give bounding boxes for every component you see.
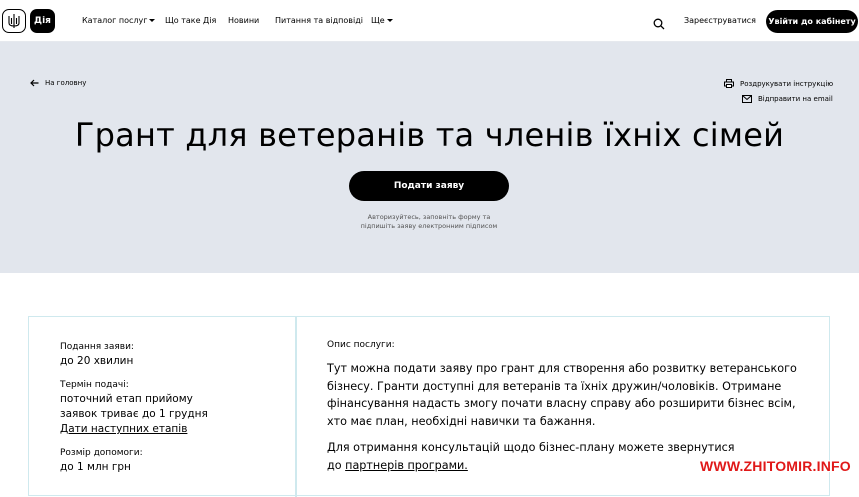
hint-line-1: Авторизуйтесь, заповніть форму та <box>367 213 491 221</box>
hint-line-2: підпишіть заяву електронним підписом <box>360 222 498 230</box>
print-label: Роздрукувати інструкцію <box>740 79 834 88</box>
description-label: Опис послуги: <box>327 340 395 350</box>
nav-more[interactable]: Ще <box>371 16 393 25</box>
service-description: Опис послуги: Тут можна подати заяву про… <box>327 340 807 474</box>
nav-about[interactable]: Що таке Дія <box>165 16 216 25</box>
register-link[interactable]: Зареєструватися <box>684 16 756 25</box>
printer-icon <box>724 79 734 88</box>
deadline-line-2: заявок триває до 1 грудня <box>60 408 208 420</box>
deadline-line-1: поточний етап прийому <box>60 393 193 405</box>
paragraph-1-line-2: бізнесу. Гранти доступні для ветеранів т… <box>327 379 782 393</box>
login-button[interactable]: Увійти до кабінету <box>766 10 858 33</box>
hero-section: На головну Роздрукувати інструкцію Відпр… <box>0 42 859 273</box>
back-to-home-link[interactable]: На головну <box>30 79 86 87</box>
amount-value: до 1 млн грн <box>60 461 131 473</box>
next-stages-link[interactable]: Дати наступних етапів <box>60 422 280 437</box>
card-divider <box>295 317 297 497</box>
submission-value: до 20 хвилин <box>60 355 134 367</box>
chevron-down-icon <box>386 19 393 22</box>
apply-hint: Авторизуйтесь, заповніть форму та підпиш… <box>329 213 529 231</box>
service-details: Подання заяви: до 20 хвилин Термін подач… <box>60 340 280 475</box>
send-email-link[interactable]: Відправити на email <box>742 95 833 103</box>
trident-logo-icon[interactable] <box>2 9 26 33</box>
diia-logo[interactable]: Дія <box>30 9 55 33</box>
paragraph-1-line-3: фінансування надасть змогу почати власну… <box>327 397 796 410</box>
paragraph-2-prefix: до <box>327 458 346 472</box>
amount-label: Розмір допомоги: <box>60 448 143 458</box>
chevron-down-icon <box>149 19 156 22</box>
paragraph-1-line-4: хто має план, необхідні навички та бажан… <box>327 414 596 428</box>
nav-more-label: Ще <box>371 16 385 25</box>
top-header: Дія Каталог послуг Що таке Дія Новини Пи… <box>0 0 859 42</box>
paragraph-2-line-1: Для отримання консультацій щодо бізнес-п… <box>327 441 735 454</box>
email-label: Відправити на email <box>758 95 833 103</box>
nav-catalog[interactable]: Каталог послуг <box>82 16 156 25</box>
nav-news[interactable]: Новини <box>228 16 259 25</box>
nav-faq[interactable]: Питання та відповіді <box>275 16 363 25</box>
nav-catalog-label: Каталог послуг <box>82 16 148 25</box>
paragraph-1-line-1: Тут можна подати заяву про грант для ств… <box>327 362 797 375</box>
submission-label: Подання заяви: <box>60 342 134 352</box>
search-icon[interactable] <box>653 15 665 30</box>
apply-button[interactable]: Подати заяву <box>349 171 509 201</box>
arrow-left-icon <box>30 79 39 87</box>
envelope-icon <box>742 95 752 103</box>
print-instruction-link[interactable]: Роздрукувати інструкцію <box>724 79 833 88</box>
description-paragraph-1: Тут можна подати заяву про грант для ств… <box>327 360 807 430</box>
page-title: Грант для ветеранів та членів їхніх сіме… <box>74 116 785 154</box>
deadline-label: Термін подачі: <box>60 380 129 390</box>
site-watermark: WWW.ZHITOMIR.INFO <box>700 458 851 474</box>
partners-link[interactable]: партнерів програми. <box>345 459 468 472</box>
back-label: На головну <box>45 79 87 87</box>
